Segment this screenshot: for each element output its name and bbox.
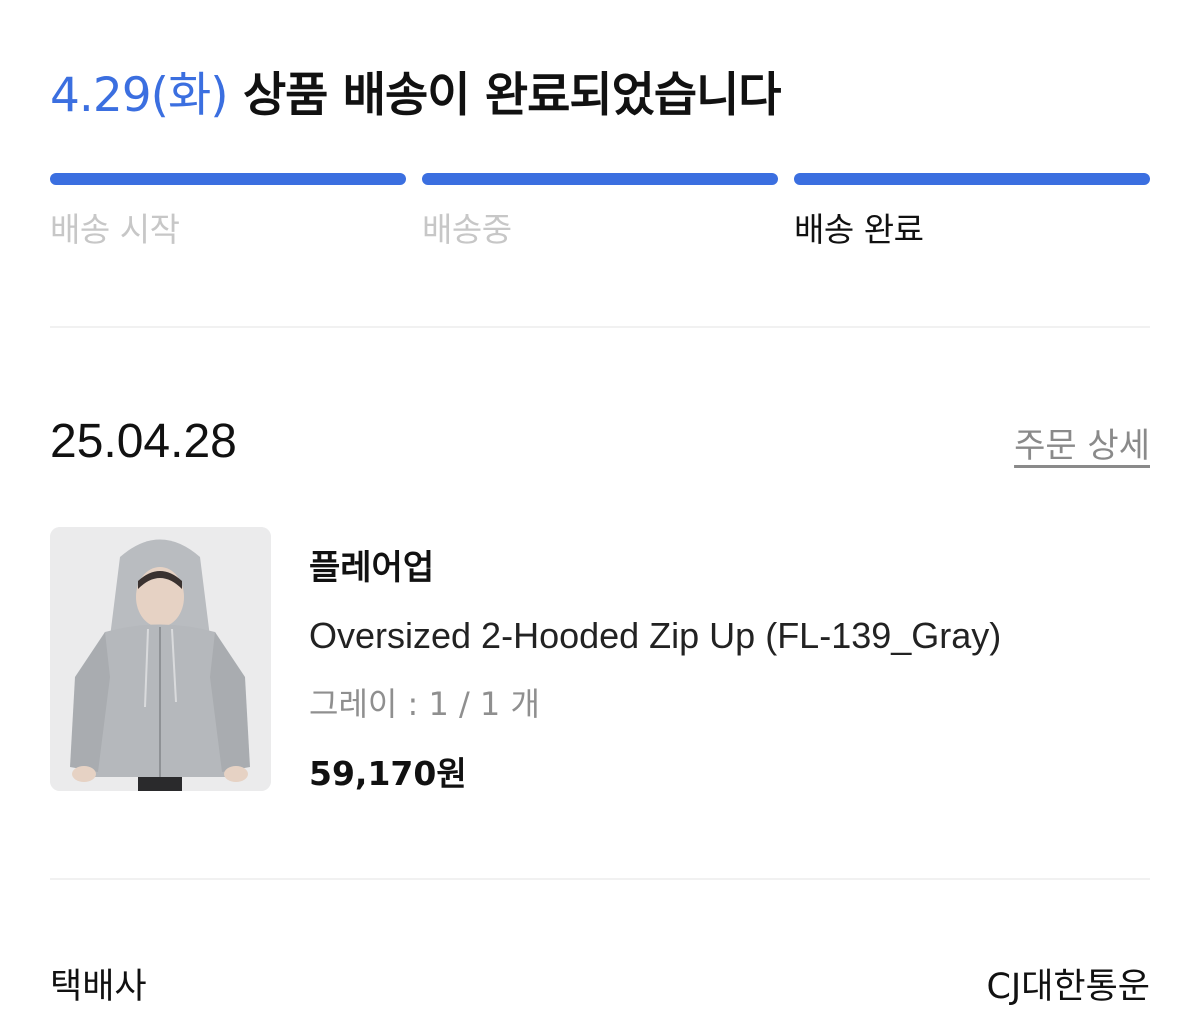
divider: [50, 326, 1150, 328]
product-price: 59,170원: [309, 754, 467, 793]
product-info: 플레어업 Oversized 2-Hooded Zip Up (FL-139_G…: [309, 540, 1001, 795]
progress-bar-in-transit: [422, 173, 778, 185]
progress-label-delivered: 배송 완료: [794, 210, 924, 249]
product-name[interactable]: Oversized 2-Hooded Zip Up (FL-139_Gray): [309, 615, 1001, 657]
delivery-headline: 4.29(화) 상품 배송이 완료되었습니다: [50, 56, 782, 125]
delivery-progress: 배송 시작 배송중 배송 완료: [50, 173, 1150, 251]
product-brand[interactable]: 플레어업: [309, 540, 1001, 589]
courier-label: 택배사: [50, 967, 147, 1007]
order-detail-link[interactable]: 주문 상세: [1014, 418, 1150, 467]
gray-hooded-zip-up-photo-icon: [50, 527, 271, 791]
progress-step-in-transit: 배송중: [422, 173, 778, 251]
product-image[interactable]: [50, 527, 271, 791]
delivery-status-page: 4.29(화) 상품 배송이 완료되었습니다 배송 시작 배송중 배송 완료 2…: [0, 0, 1200, 1013]
delivery-date: 4.29(화): [50, 68, 229, 123]
progress-bar-started: [50, 173, 406, 185]
progress-label-in-transit: 배송중: [422, 210, 512, 249]
order-date: 25.04.28: [50, 415, 237, 468]
progress-step-delivered: 배송 완료: [794, 173, 1150, 251]
progress-label-started: 배송 시작: [50, 210, 180, 249]
divider: [50, 878, 1150, 880]
progress-bar-delivered: [794, 173, 1150, 185]
product-option: 그레이 : 1 / 1 개: [309, 685, 540, 723]
progress-step-started: 배송 시작: [50, 173, 406, 251]
delivery-message: 상품 배송이 완료되었습니다: [242, 68, 782, 123]
courier-value: CJ대한통운: [986, 967, 1150, 1007]
